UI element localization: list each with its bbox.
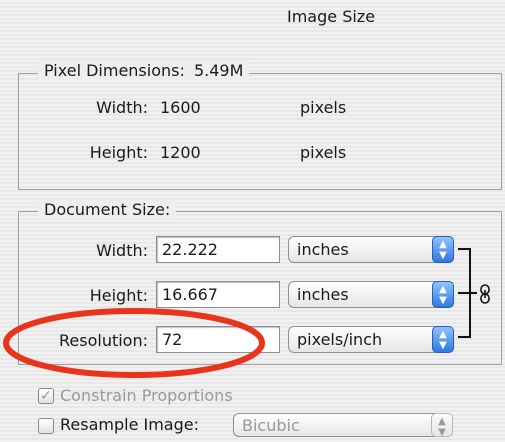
document-size-legend: Document Size: [38,200,177,219]
up-down-arrows-icon: ▲ ▼ [432,236,454,263]
resample-method-select[interactable]: Bicubic ▲ ▼ [233,413,453,438]
doc-width-label: Width: [96,241,148,260]
pixel-height-unit: pixels [300,143,347,162]
resample-image-checkbox[interactable] [38,418,54,434]
pixel-width-value: 1600 [160,98,201,117]
pixel-width-unit: pixels [300,98,347,117]
constrain-proportions-label: Constrain Proportions [60,386,233,405]
resample-image-label: Resample Image: [60,415,199,434]
doc-width-unit-select[interactable]: inches ▲ ▼ [288,236,454,263]
resample-method: Bicubic [242,416,300,435]
pixel-dimensions-legend: Pixel Dimensions: 5.49M [38,61,250,80]
dialog-title: Image Size [287,7,376,26]
up-down-arrows-icon: ▲ ▼ [431,413,453,438]
pixel-dimensions-label: Pixel Dimensions: [44,61,185,80]
link-chain-icon [480,284,490,304]
dialog-title-bar: Image Size [0,0,505,34]
pixel-height-label: Height: [89,143,148,162]
checkmark-icon: ✓ [40,388,52,404]
up-down-arrows-icon: ▲ ▼ [432,326,454,353]
doc-height-unit-select[interactable]: inches ▲ ▼ [288,281,454,308]
annotation-ellipse [3,308,265,378]
resolution-unit-select[interactable]: pixels/inch ▲ ▼ [288,326,454,353]
doc-width-unit: inches [297,240,349,259]
pixel-dimensions-group [18,73,502,190]
doc-height-input[interactable]: 16.667 [156,281,280,308]
up-down-arrows-icon: ▲ ▼ [432,281,454,308]
doc-width-input[interactable]: 22.222 [156,236,280,263]
constrain-proportions-checkbox[interactable]: ✓ [38,388,54,404]
resolution-unit: pixels/inch [297,330,383,349]
doc-height-unit: inches [297,285,349,304]
doc-height-label: Height: [89,286,148,305]
pixel-dimensions-size: 5.49M [193,61,244,80]
pixel-height-value: 1200 [160,143,201,162]
pixel-width-label: Width: [96,98,148,117]
